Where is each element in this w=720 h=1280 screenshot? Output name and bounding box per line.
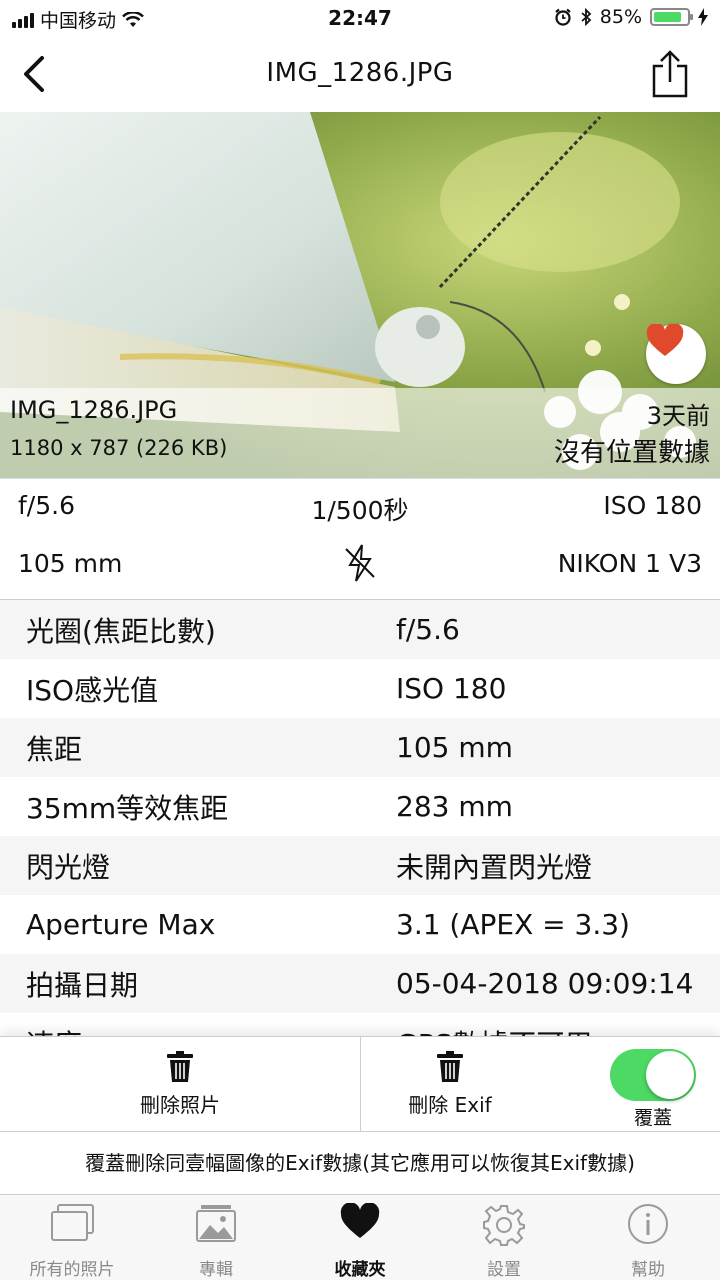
row-value: 3.1 (APEX = 3.3) xyxy=(396,908,630,941)
trash-icon xyxy=(437,1051,463,1082)
status-right: 85% xyxy=(554,6,708,28)
gear-icon xyxy=(483,1205,525,1246)
flash-off-icon xyxy=(345,544,375,582)
row-value: 未開內置閃光燈 xyxy=(396,850,593,884)
photos-icon xyxy=(51,1204,94,1241)
action-bar: 刪除照片 刪除 Exif 覆蓋 xyxy=(0,1036,720,1133)
delete-exif-button[interactable]: 刪除 Exif xyxy=(360,1051,540,1118)
tab-bar: 所有的照片 專輯 收藏夾 設置 幫助 xyxy=(0,1194,720,1280)
delete-photo-label: 刪除照片 xyxy=(140,1093,220,1117)
photo-preview[interactable]: IMG_1286.JPG 1180 x 787 (226 KB) 3天前 沒有位… xyxy=(0,112,720,478)
row-key: 拍攝日期 xyxy=(26,968,139,1002)
overwrite-info-text: 覆蓋刪除同壹幅圖像的Exif數據(其它應用可以恢復其Exif數據) xyxy=(0,1132,720,1194)
table-row: 拍攝日期 05-04-2018 09:09:14 xyxy=(0,954,720,1013)
table-row: ISO感光值 ISO 180 xyxy=(0,659,720,718)
overwrite-label: 覆蓋 xyxy=(633,1107,672,1129)
battery-percent: 85% xyxy=(599,6,642,28)
row-value: 283 mm xyxy=(396,790,513,823)
tab-label: 收藏夾 xyxy=(334,1260,386,1280)
navigation-bar: IMG_1286.JPG xyxy=(0,36,720,112)
trash-icon xyxy=(167,1051,193,1082)
tab-label: 專輯 xyxy=(199,1260,233,1280)
tab-label: 設置 xyxy=(487,1260,521,1280)
row-value: GPS數據不可用 xyxy=(372,1023,720,1037)
photo-dimensions: 1180 x 787 (226 KB) xyxy=(10,436,228,460)
status-bar: 中国移动 22:47 85% xyxy=(0,0,720,36)
row-key: ISO感光值 xyxy=(26,673,159,707)
table-row: Aperture Max 3.1 (APEX = 3.3) xyxy=(0,895,720,954)
toggle-knob xyxy=(646,1051,694,1099)
exif-detail-list[interactable]: 光圈(焦距比數) f/5.6 ISO感光值 ISO 180 焦距 105 mm 35m… xyxy=(0,600,720,1036)
row-value: ISO 180 xyxy=(396,672,507,705)
tab-label: 幫助 xyxy=(631,1260,665,1280)
row-key: 速度 xyxy=(0,1023,372,1037)
bluetooth-icon xyxy=(581,8,592,26)
heart-icon xyxy=(340,1203,380,1238)
share-icon[interactable] xyxy=(650,50,690,98)
alarm-icon xyxy=(555,8,571,26)
row-value: 105 mm xyxy=(396,731,513,764)
summary-camera: NIKON 1 V3 xyxy=(557,549,702,578)
battery-icon xyxy=(650,8,693,26)
summary-iso: ISO 180 xyxy=(603,491,702,520)
row-value: f/5.6 xyxy=(396,613,460,646)
row-key: 焦距 xyxy=(26,732,83,766)
charging-icon xyxy=(698,8,708,26)
tab-label: 所有的照片 xyxy=(29,1260,115,1280)
table-row: 閃光燈 未開內置閃光燈 xyxy=(0,836,720,895)
page-title: IMG_1286.JPG xyxy=(266,58,454,88)
delete-exif-label: 刪除 Exif xyxy=(408,1093,492,1117)
table-row: 焦距 105 mm xyxy=(0,718,720,777)
row-key: Aperture Max xyxy=(26,908,216,941)
table-row: 光圈(焦距比數) f/5.6 xyxy=(0,600,720,659)
album-icon xyxy=(196,1205,236,1242)
summary-focal: 105 mm xyxy=(18,549,123,578)
table-row: 速度GPS數據不可用 xyxy=(0,1013,720,1036)
exif-summary: f/5.6 1/500秒 ISO 180 105 mm NIKON 1 V3 xyxy=(0,478,720,600)
tab-albums[interactable]: 專輯 xyxy=(144,1195,288,1280)
delete-photo-button[interactable]: 刪除照片 xyxy=(0,1051,360,1118)
row-value: 05-04-2018 09:09:14 xyxy=(396,967,694,1000)
heart-icon xyxy=(646,324,684,356)
row-key: 35mm等效焦距 xyxy=(26,791,229,825)
tab-all-photos[interactable]: 所有的照片 xyxy=(0,1195,144,1280)
tab-settings[interactable]: 設置 xyxy=(432,1195,576,1280)
table-row: 35mm等效焦距 283 mm xyxy=(0,777,720,836)
photo-age: 3天前 xyxy=(646,402,710,430)
info-icon xyxy=(628,1204,668,1244)
photo-location: 沒有位置數據 xyxy=(553,438,710,468)
row-key: 閃光燈 xyxy=(26,850,111,884)
row-key: 光圈(焦距比數) xyxy=(26,614,216,648)
tab-favorites[interactable]: 收藏夾 xyxy=(288,1195,432,1280)
favorite-button[interactable] xyxy=(646,324,706,384)
tab-help[interactable]: 幫助 xyxy=(576,1195,720,1280)
overwrite-toggle[interactable] xyxy=(610,1049,696,1101)
photo-filename: IMG_1286.JPG xyxy=(10,396,178,424)
